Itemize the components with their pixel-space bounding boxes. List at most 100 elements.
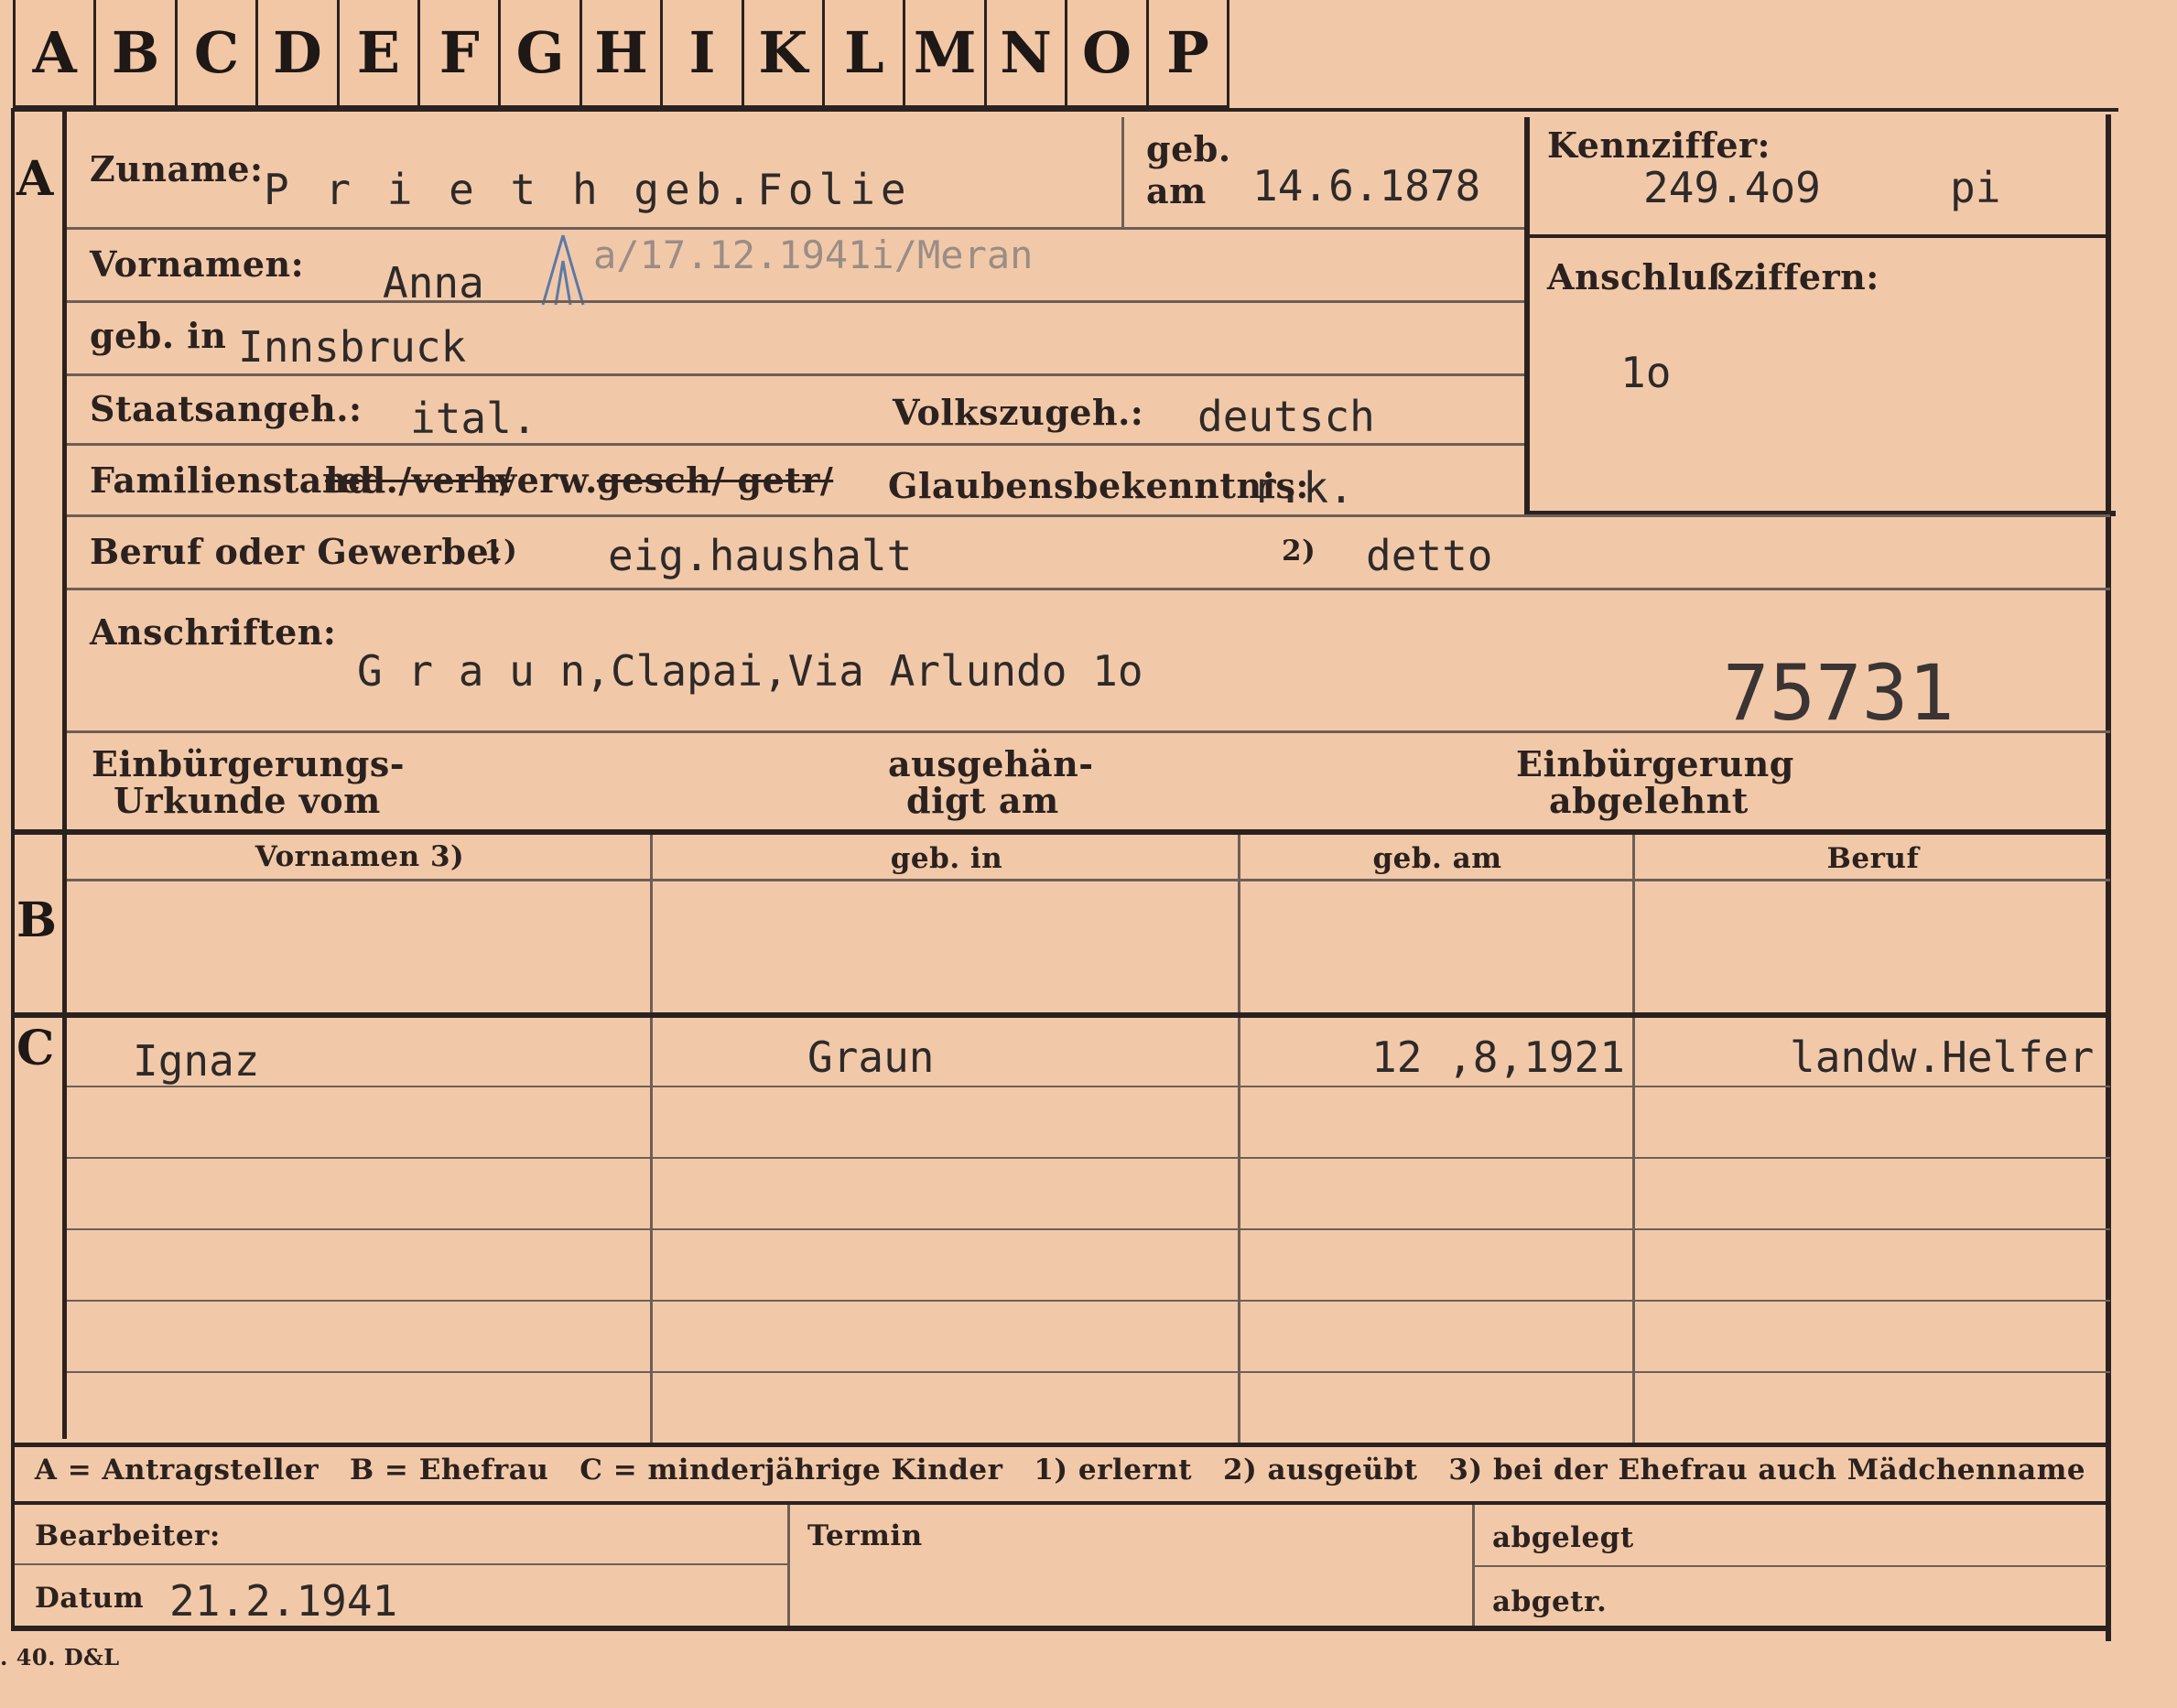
citizenship-label: Staatsangeh.: — [90, 388, 363, 429]
section-c-top — [11, 1012, 2111, 1018]
tab-a[interactable]: A — [16, 0, 97, 108]
death-cross-icon — [536, 233, 590, 307]
born-on-label: geb. — [1146, 128, 1231, 169]
date-value: 21.2.1941 — [169, 1576, 398, 1626]
index-card: ABCDEFGHIKLMNOP A B C Kennziffer: 249.4o… — [0, 0, 2177, 1708]
c-row-line-4 — [67, 1300, 2110, 1302]
refused-label-2: abgelehnt — [1549, 780, 1749, 821]
row-line-2 — [67, 300, 1524, 303]
handed-label-2: digt am — [906, 780, 1059, 821]
frame-bottom — [11, 1626, 2111, 1631]
naturalization-label-2: Urkunde vom — [114, 780, 381, 821]
tab-n[interactable]: N — [986, 0, 1068, 108]
address-label: Anschriften: — [90, 611, 337, 653]
tab-i[interactable]: I — [663, 0, 744, 108]
legend-top — [11, 1443, 2111, 1447]
row-line-3 — [67, 373, 1524, 376]
occupation-learned: eig.haushalt — [608, 531, 913, 580]
marital-struck-2: gesch/ getr/ — [597, 459, 834, 501]
religion-label: Glaubensbekenntnis: — [888, 465, 1309, 506]
section-a-letter: A — [16, 151, 54, 207]
tab-p[interactable]: P — [1148, 0, 1230, 108]
ethnicity-label: Volkszugeh.: — [893, 392, 1144, 433]
code-box-divider — [1530, 234, 2107, 238]
occupation-label: Beruf oder Gewerbe: — [90, 531, 503, 572]
birthplace-label: geb. in — [90, 315, 227, 356]
tab-h[interactable]: H — [581, 0, 664, 108]
c-row-line-1 — [67, 1086, 2110, 1087]
religion-value: r.k. — [1252, 463, 1354, 513]
filed-underline — [1475, 1565, 2107, 1567]
occupation-practiced: detto — [1366, 531, 1493, 580]
col-divider-3 — [1632, 835, 1635, 1444]
linked-numbers-value: 1o — [1620, 348, 1672, 397]
deadline-label: Termin — [807, 1519, 923, 1552]
col-divider-2 — [1238, 835, 1240, 1444]
tab-b[interactable]: B — [96, 0, 178, 108]
citizenship-value: ital. — [410, 394, 537, 443]
legend: A = Antragsteller B = Ehefrau C = minder… — [34, 1454, 2086, 1486]
legend-bottom — [11, 1501, 2111, 1505]
child-occupation: landw.Helfer — [1790, 1032, 2095, 1082]
tab-m[interactable]: M — [905, 0, 987, 108]
header-underline — [67, 879, 2110, 881]
clerk-label: Bearbeiter: — [35, 1519, 221, 1552]
section-divider — [62, 112, 67, 1439]
surname-label: Zuname: — [90, 148, 264, 189]
removed-label: abgetr. — [1492, 1585, 1608, 1618]
birthplace-value: Innsbruck — [238, 322, 467, 372]
col-divider-1 — [650, 835, 653, 1444]
child-name: Ignaz — [133, 1036, 260, 1086]
address-value: G r a u n,Clapai,Via Arlundo 1o — [357, 646, 1143, 696]
tab-c[interactable]: C — [177, 0, 259, 108]
child-birthdate: 12 ,8,1921 — [1371, 1032, 1625, 1082]
born-on-label-2: am — [1146, 170, 1207, 211]
marital-struck-1: led./verh/ — [325, 459, 514, 501]
alphabet-tabs: ABCDEFGHIKLMNOP — [13, 0, 1230, 108]
tab-k[interactable]: K — [743, 0, 826, 108]
row-line-4 — [67, 443, 1524, 446]
tab-f[interactable]: F — [420, 0, 502, 108]
print-code: . 40. D&L — [0, 1644, 120, 1670]
row-line-5 — [67, 514, 2110, 517]
code-suffix: pi — [1950, 163, 2001, 212]
col-header-birthplace: geb. in — [890, 842, 1003, 875]
occupation-note-2: 2) — [1282, 535, 1316, 568]
occupation-note-1: 1) — [483, 535, 518, 568]
code-label: Kennziffer: — [1547, 124, 1771, 166]
clerk-underline — [15, 1563, 787, 1565]
firstname-label: Vornamen: — [90, 243, 305, 285]
col-header-occupation: Beruf — [1826, 842, 1920, 875]
row-line-6 — [67, 588, 2110, 590]
tab-o[interactable]: O — [1067, 0, 1149, 108]
child-birthplace: Graun — [807, 1032, 935, 1082]
ethnicity-value: deutsch — [1197, 392, 1375, 441]
col-header-firstnames: Vornamen 3) — [255, 840, 465, 873]
row-line-7 — [67, 730, 2110, 733]
filed-label: abgelegt — [1492, 1521, 1634, 1554]
section-b-top — [11, 829, 2111, 835]
row-line-1 — [67, 227, 1524, 230]
tab-l[interactable]: L — [825, 0, 906, 108]
c-row-line-5 — [67, 1371, 2110, 1373]
linked-numbers-label: Anschlußziffern: — [1547, 256, 1879, 297]
death-note: a/17.12.1941i/Meran — [593, 232, 1034, 277]
footer-divider-1 — [787, 1505, 790, 1626]
col-header-birthdate: geb. am — [1372, 842, 1502, 875]
section-b-letter: B — [16, 892, 57, 948]
file-number: 75731 — [1723, 648, 1955, 738]
naturalization-label-1: Einbürgerungs- — [92, 743, 406, 784]
date-label: Datum — [35, 1582, 145, 1615]
frame-left — [11, 108, 15, 1627]
tab-g[interactable]: G — [501, 0, 582, 108]
tab-e[interactable]: E — [339, 0, 421, 108]
born-on-divider — [1121, 117, 1124, 229]
handed-label-1: ausgehän- — [888, 743, 1094, 784]
code-value: 249.4o9 — [1643, 163, 1821, 212]
frame-top — [13, 108, 2118, 112]
c-row-line-2 — [67, 1157, 2110, 1159]
c-row-line-3 — [67, 1228, 2110, 1230]
refused-label-1: Einbürgerung — [1516, 743, 1794, 784]
surname-value: P r i e t h geb.Folie — [264, 165, 912, 214]
tab-d[interactable]: D — [258, 0, 340, 108]
